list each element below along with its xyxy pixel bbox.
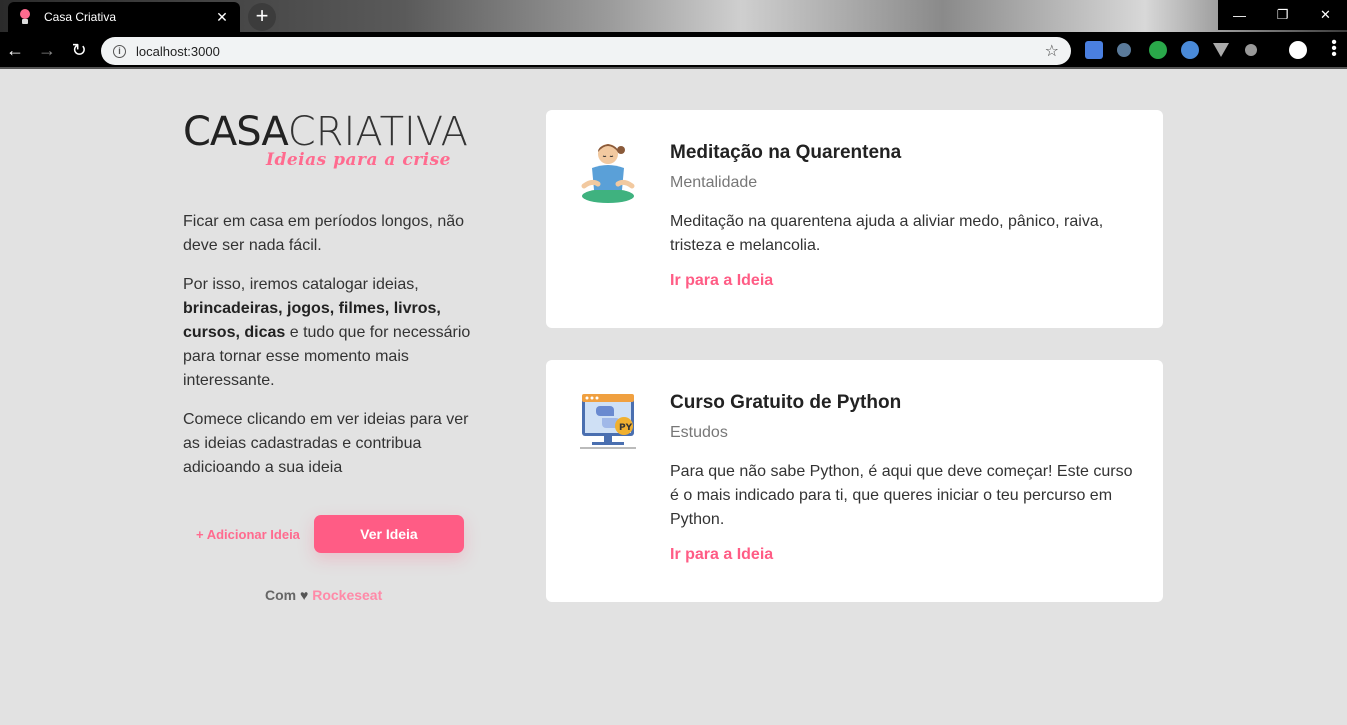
address-bar[interactable]: i localhost:3000 ☆ [101, 37, 1071, 65]
intro-section: CASACRIATIVA Ideias para a crise Ficar e… [183, 112, 483, 495]
restore-button[interactable]: ❐ [1261, 0, 1304, 30]
dots-extension-icon[interactable] [1245, 44, 1257, 56]
tab-close-icon[interactable]: ✕ [214, 9, 230, 26]
idea-card: Meditação na Quarentena Mentalidade Medi… [546, 110, 1163, 328]
forward-button[interactable]: → [35, 38, 59, 62]
blue-extension-icon[interactable] [1181, 41, 1199, 59]
idea-link[interactable]: Ir para a Ideia [670, 546, 773, 564]
idea-category: Estudos [670, 424, 728, 441]
intro-text: Ficar em casa em períodos longos, não de… [183, 210, 483, 480]
footer: Com ♥ Rockeseat [265, 587, 383, 603]
heart-icon: ♥ [300, 587, 309, 603]
browser-tab[interactable]: Casa Criativa ✕ [8, 2, 240, 32]
browser-titlebar: Casa Criativa ✕ + — ❐ ✕ [0, 0, 1347, 32]
window-controls: — ❐ ✕ [1218, 0, 1347, 30]
minimize-button[interactable]: — [1218, 0, 1261, 30]
intro-paragraph-3: Comece clicando em ver ideias para ver a… [183, 411, 469, 476]
green-extension-icon[interactable] [1149, 41, 1167, 59]
logo-tagline: Ideias para a crise [266, 150, 451, 170]
idea-description: Meditação na quarentena ajuda a aliviar … [670, 213, 1104, 254]
info-icon[interactable]: i [113, 44, 126, 58]
window-close-button[interactable]: ✕ [1304, 0, 1347, 30]
tab-title: Casa Criativa [44, 10, 117, 24]
translate-extension-icon[interactable] [1085, 41, 1103, 59]
idea-link[interactable]: Ir para a Ideia [670, 272, 773, 290]
bookmark-star-icon[interactable]: ☆ [1045, 41, 1059, 61]
logo-text: CASACRIATIVA [183, 109, 468, 155]
intro-paragraph-1: Ficar em casa em períodos longos, não de… [183, 213, 465, 254]
intro-paragraph-2: Por isso, iremos catalogar ideias, brinca… [183, 276, 471, 389]
v-extension-icon[interactable] [1213, 43, 1229, 57]
idea-title: Curso Gratuito de Python [670, 392, 902, 413]
back-button[interactable]: ← [3, 38, 27, 62]
actions: + Adicionar Ideia Ver Ideia [196, 515, 464, 553]
meditation-icon [578, 140, 638, 204]
idea-title: Meditação na Quarentena [670, 142, 902, 163]
rocketseat-link[interactable]: Rockeseat [312, 587, 382, 603]
svg-text:PY: PY [619, 423, 633, 433]
idea-description: Para que não sabe Python, é aqui que dev… [670, 463, 1133, 528]
view-ideas-button[interactable]: Ver Ideia [313, 515, 464, 553]
download-extension-icon[interactable] [1117, 43, 1131, 57]
profile-icon[interactable] [1289, 41, 1307, 59]
idea-category: Mentalidade [670, 174, 758, 191]
idea-card-body: Meditação na Quarentena Mentalidade Medi… [670, 142, 1133, 290]
logo: CASACRIATIVA Ideias para a crise [183, 112, 483, 174]
python-course-icon: PY [578, 390, 638, 454]
new-tab-button[interactable]: + [248, 3, 276, 31]
add-idea-link[interactable]: + Adicionar Ideia [196, 527, 300, 542]
browser-menu-icon[interactable]: • • • [1331, 35, 1337, 63]
lightbulb-icon [18, 9, 32, 25]
idea-card: PY Curso Gratuito de Python Estudos Para… [546, 360, 1163, 602]
url-text[interactable]: localhost:3000 [136, 44, 1045, 59]
idea-card-body: Curso Gratuito de Python Estudos Para qu… [670, 392, 1133, 564]
browser-toolbar: ← → ↻ i localhost:3000 ☆ • • • [0, 32, 1347, 69]
reload-button[interactable]: ↻ [67, 38, 91, 62]
